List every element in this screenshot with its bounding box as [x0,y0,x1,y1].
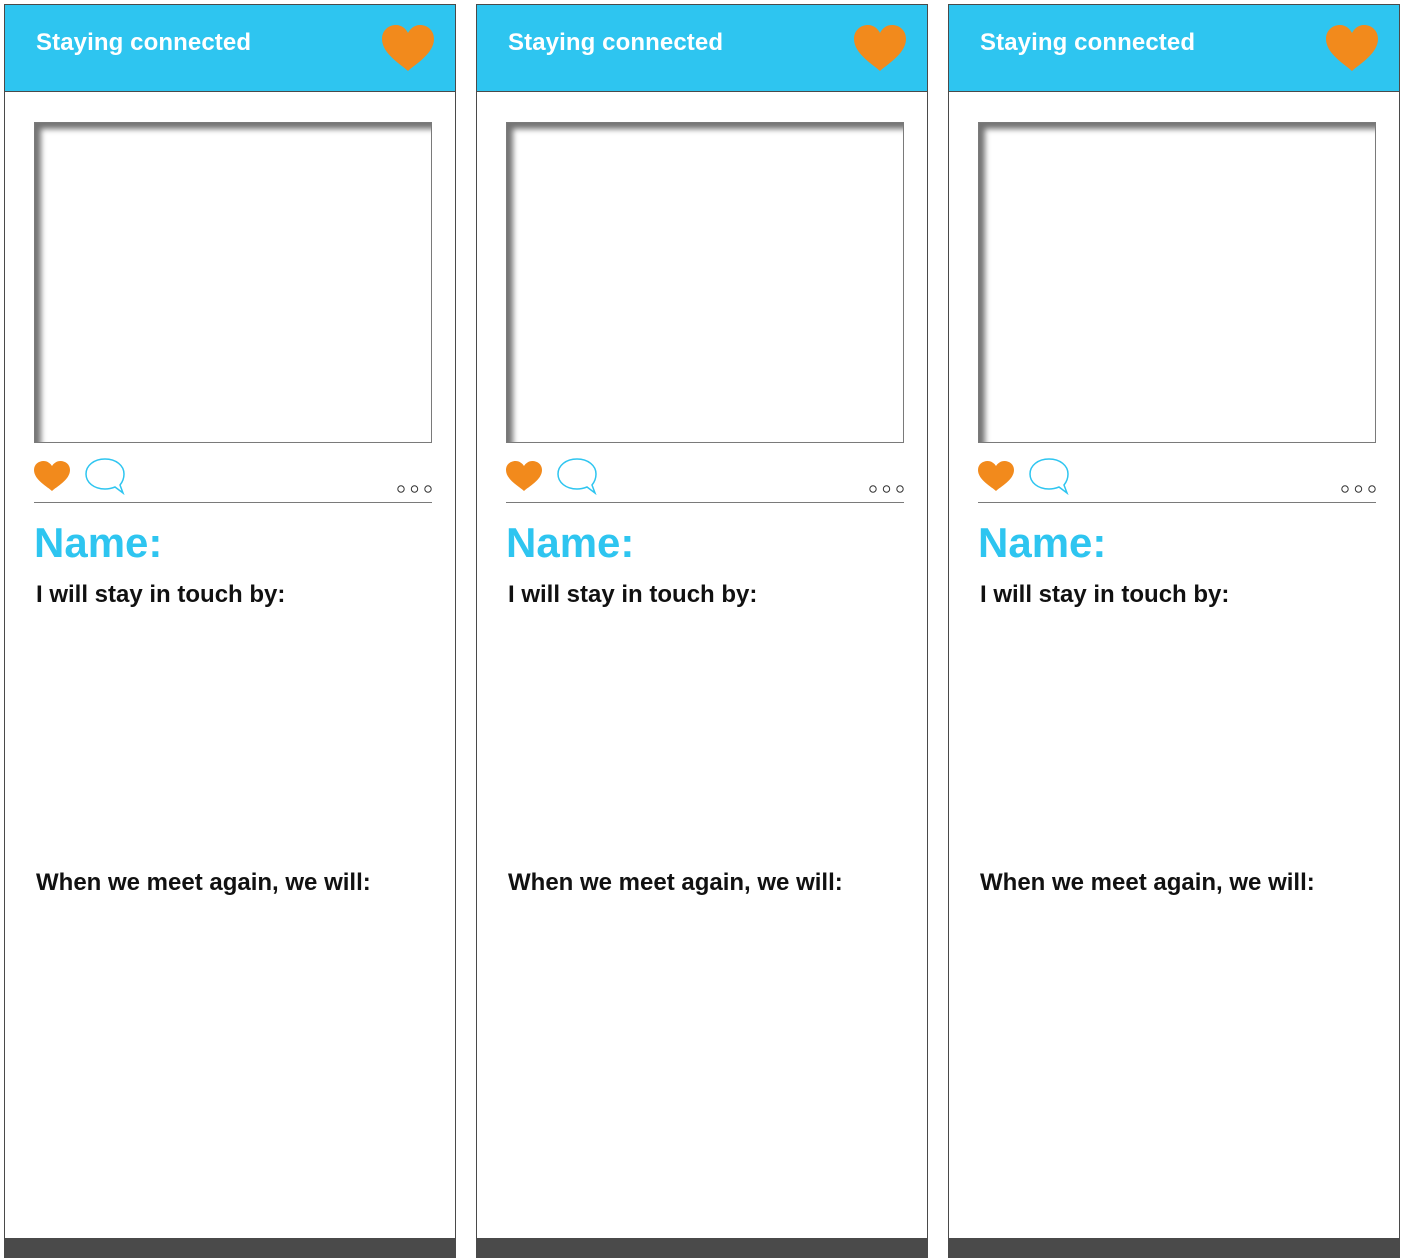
heart-icon[interactable] [852,24,908,72]
footer-bar [477,1238,927,1258]
more-dots-icon[interactable] [868,484,905,494]
more-dots-icon[interactable] [1340,484,1377,494]
heart-icon[interactable] [1324,24,1380,72]
profile-card-2: Staying connected Name: I will stay in t… [476,4,928,1258]
speech-bubble-icon[interactable] [555,457,599,495]
heart-icon[interactable] [505,460,543,492]
profile-card-1: Staying connected Name: I will stay in t… [4,4,456,1258]
meet-again-label: When we meet again, we will: [980,869,1315,896]
photo-frame[interactable] [978,122,1376,443]
card-header: Staying connected [477,5,927,92]
stay-in-touch-label: I will stay in touch by: [508,581,758,608]
profile-card-3: Staying connected Name: I will stay in t… [948,4,1400,1258]
divider [506,502,904,503]
speech-bubble-icon[interactable] [83,457,127,495]
name-label: Name: [978,519,1107,566]
heart-icon[interactable] [380,24,436,72]
photo-frame[interactable] [506,122,904,443]
card-title: Staying connected [508,29,724,56]
photo-frame[interactable] [34,122,432,443]
more-dots-icon[interactable] [396,484,433,494]
name-label: Name: [34,519,163,566]
meet-again-label: When we meet again, we will: [508,869,843,896]
card-title: Staying connected [980,29,1196,56]
footer-bar [5,1238,455,1258]
card-header: Staying connected [949,5,1399,92]
heart-icon[interactable] [977,460,1015,492]
card-header: Staying connected [5,5,455,92]
stay-in-touch-label: I will stay in touch by: [36,581,286,608]
heart-icon[interactable] [33,460,71,492]
divider [978,502,1376,503]
divider [34,502,432,503]
stay-in-touch-label: I will stay in touch by: [980,581,1230,608]
card-title: Staying connected [36,29,252,56]
meet-again-label: When we meet again, we will: [36,869,371,896]
name-label: Name: [506,519,635,566]
footer-bar [949,1238,1399,1258]
speech-bubble-icon[interactable] [1027,457,1071,495]
